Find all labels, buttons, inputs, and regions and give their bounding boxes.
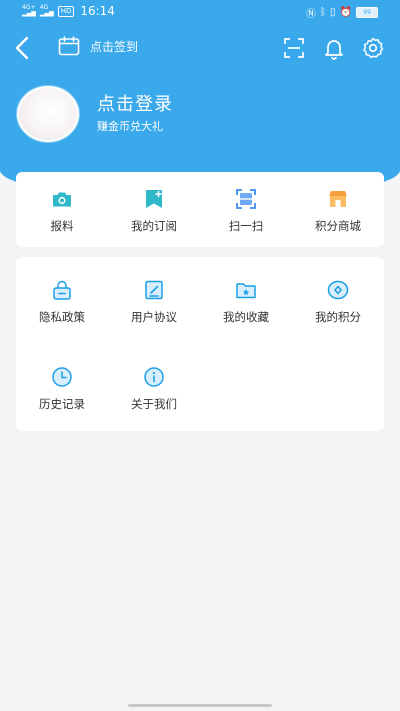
edit-icon — [145, 280, 163, 300]
store-icon — [329, 191, 347, 207]
notification-button[interactable] — [322, 36, 346, 60]
camera-icon — [53, 192, 71, 207]
chevron-left-icon — [15, 36, 29, 60]
service-item-label: 用户协议 — [131, 310, 177, 324]
nfc-icon: Ⓝ — [306, 9, 317, 20]
service-item-privacy[interactable]: 隐私政策 — [16, 279, 108, 325]
status-time: 16:14 — [80, 4, 115, 18]
service-item-about[interactable]: 关于我们 — [108, 366, 200, 412]
home-indicator[interactable] — [128, 704, 272, 707]
settings-button[interactable] — [361, 36, 385, 60]
bluetooth-icon: ᛒ — [320, 7, 327, 18]
quick-item-label: 我的订阅 — [131, 219, 177, 233]
folder-star-icon — [236, 283, 256, 299]
status-right: Ⓝ ᛒ ▯ ⏰ 99 — [306, 5, 378, 20]
service-menu-card: 隐私政策 用户协议 我的收藏 我的积分 历史记录 关于我们 — [16, 257, 384, 431]
clock-icon — [52, 367, 72, 387]
battery-text: 99 — [363, 9, 371, 16]
battery-icon: 99 — [356, 7, 378, 18]
calendar-icon — [58, 36, 80, 56]
quick-menu-card: 报料 我的订阅 扫一扫 积分商城 — [16, 172, 384, 247]
scan-icon — [236, 189, 256, 209]
info-icon — [144, 367, 164, 387]
service-item-label: 历史记录 — [39, 397, 85, 411]
service-item-label: 隐私政策 — [39, 310, 85, 324]
signal-indicator-2: 4G ▂▄▆ — [39, 4, 54, 17]
service-item-agreement[interactable]: 用户协议 — [108, 279, 200, 325]
quick-item-label: 积分商城 — [315, 219, 361, 233]
login-title[interactable]: 点击登录 — [97, 90, 173, 116]
quick-item-label: 扫一扫 — [228, 219, 264, 233]
bookmark-add-icon — [146, 190, 162, 208]
service-item-label: 我的积分 — [315, 310, 361, 324]
service-item-favorites[interactable]: 我的收藏 — [200, 279, 292, 325]
status-bar: 4G+ ▂▄▆ 4G ▂▄▆ HD 16:14 Ⓝ ᛒ ▯ ⏰ 99 — [0, 0, 400, 24]
service-item-label: 我的收藏 — [223, 310, 269, 324]
hd-badge: HD — [57, 5, 75, 17]
status-left: 4G+ ▂▄▆ 4G ▂▄▆ HD 16:14 — [22, 4, 115, 18]
avatar[interactable] — [17, 86, 79, 142]
quick-item-label: 报料 — [50, 219, 74, 233]
bell-icon — [325, 40, 343, 60]
login-subtitle: 赚金币兑大礼 — [97, 120, 163, 133]
service-item-label: 关于我们 — [131, 397, 177, 411]
sign-in-button[interactable]: 点击签到 — [58, 36, 138, 56]
points-icon — [327, 280, 349, 300]
lock-icon — [53, 280, 71, 300]
gear-icon — [363, 37, 384, 59]
quick-item-points-mall[interactable]: 积分商城 — [292, 188, 384, 234]
vibrate-icon: ▯ — [330, 7, 336, 18]
signal-indicator-1: 4G+ ▂▄▆ — [22, 4, 36, 17]
back-button[interactable] — [10, 34, 36, 62]
service-item-history[interactable]: 历史记录 — [16, 366, 108, 412]
scan-frame-icon — [284, 38, 304, 58]
quick-item-subscription[interactable]: 我的订阅 — [108, 188, 200, 234]
quick-item-scan[interactable]: 扫一扫 — [200, 188, 292, 234]
scan-button[interactable] — [282, 36, 306, 60]
sign-in-label: 点击签到 — [90, 39, 139, 54]
service-item-my-points[interactable]: 我的积分 — [292, 279, 384, 325]
top-bar: 点击签到 — [0, 30, 400, 66]
alarm-icon: ⏰ — [339, 7, 352, 18]
quick-item-report[interactable]: 报料 — [16, 188, 108, 234]
